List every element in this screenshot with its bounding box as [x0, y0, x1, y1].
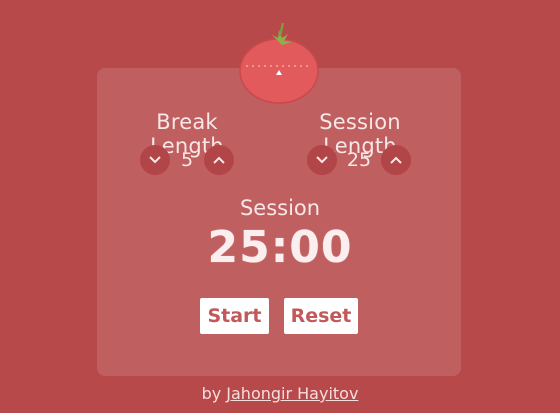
chevron-down-icon — [316, 156, 328, 164]
timer-mode-label: Session — [239, 196, 321, 220]
chevron-up-icon — [213, 156, 225, 164]
reset-button[interactable]: Reset — [284, 298, 358, 334]
break-increment-button[interactable] — [204, 145, 234, 175]
chevron-up-icon — [390, 156, 402, 164]
start-button[interactable]: Start — [200, 298, 269, 334]
break-length-control: 5 — [140, 145, 234, 175]
author-link[interactable]: Jahongir Hayitov — [226, 384, 358, 403]
session-length-control: 25 — [307, 145, 411, 175]
tomato-icon — [239, 22, 319, 104]
session-length-value: 25 — [346, 149, 372, 171]
timer-display: 25:00 — [207, 222, 353, 273]
footer-credit: by Jahongir Hayitov — [0, 384, 560, 403]
session-increment-button[interactable] — [381, 145, 411, 175]
break-length-value: 5 — [180, 149, 194, 171]
chevron-down-icon — [149, 156, 161, 164]
break-decrement-button[interactable] — [140, 145, 170, 175]
session-decrement-button[interactable] — [307, 145, 337, 175]
footer-prefix: by — [201, 384, 222, 403]
